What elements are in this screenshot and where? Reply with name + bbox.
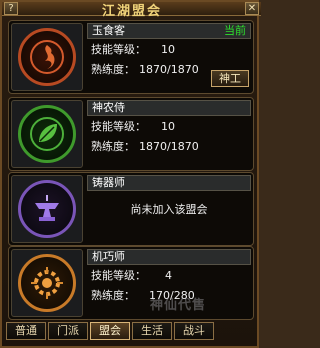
guild-name: 铸器师 <box>92 176 125 189</box>
skill-level-row: 技能等级： 10 <box>91 43 175 57</box>
emblem-frame <box>11 249 83 317</box>
skill-level-value: 10 <box>161 120 175 133</box>
guild-window: ? 江湖盟会 ✕ 玉食客 当前 技能等级： 10 熟练度： 1870/1870 <box>0 0 261 348</box>
skill-level-row: 技能等级： 10 <box>91 120 175 134</box>
guild-card-yushike[interactable]: 玉食客 当前 技能等级： 10 熟练度： 1870/1870 神工 <box>8 20 254 94</box>
guild-card-shennongshi[interactable]: 神农侍 技能等级： 10 熟练度： 1870/1870 <box>8 97 254 171</box>
category-tabs: 普通 门派 盟会 生活 战斗 <box>6 322 214 342</box>
proficiency-label: 熟练度： <box>91 289 135 302</box>
tab-combat[interactable]: 战斗 <box>174 322 214 340</box>
tab-guild[interactable]: 盟会 <box>90 322 130 340</box>
skill-level-label: 技能等级： <box>91 269 146 282</box>
not-joined-message: 尚未加入该盟会 <box>130 203 208 216</box>
flame-ring-icon <box>18 28 76 86</box>
guild-name: 玉食客 <box>92 24 125 37</box>
guild-name: 神农侍 <box>92 101 125 114</box>
tab-sect[interactable]: 门派 <box>48 322 88 340</box>
help-button[interactable]: ? <box>4 2 18 15</box>
guild-name-bar: 神农侍 <box>87 100 251 116</box>
shengong-button[interactable]: 神工 <box>211 70 249 87</box>
guild-name-bar: 机巧师 <box>87 249 251 265</box>
anvil-icon <box>18 180 76 238</box>
tab-normal[interactable]: 普通 <box>6 322 46 340</box>
guild-name-bar: 玉食客 当前 <box>87 23 251 39</box>
proficiency-value: 1870/1870 <box>139 63 199 76</box>
window-title: 江湖盟会 <box>101 4 162 19</box>
current-badge: 当前 <box>224 24 246 37</box>
watermark-text: 神仙代售 <box>150 298 207 313</box>
skill-level-row: 技能等级： 4 <box>91 269 172 283</box>
leaf-ring-icon <box>18 105 76 163</box>
emblem-frame <box>11 23 83 91</box>
gear-ring-icon <box>18 254 76 312</box>
proficiency-label: 熟练度： <box>91 140 135 153</box>
guild-name: 机巧师 <box>92 250 125 263</box>
skill-level-value: 10 <box>161 43 175 56</box>
skill-level-value: 4 <box>165 269 172 282</box>
guild-card-jiqiaoshi[interactable]: 机巧师 技能等级： 4 熟练度： 170/280 <box>8 246 254 320</box>
proficiency-row: 熟练度： 1870/1870 <box>91 63 199 77</box>
emblem-frame <box>11 100 83 168</box>
emblem-frame <box>11 175 83 243</box>
guild-card-zhuqishi[interactable]: 铸器师 尚未加入该盟会 <box>8 172 254 246</box>
proficiency-value: 1870/1870 <box>139 140 199 153</box>
proficiency-row: 熟练度： 1870/1870 <box>91 140 199 154</box>
close-button[interactable]: ✕ <box>245 2 259 15</box>
guild-info: 玉食客 当前 技能等级： 10 熟练度： 1870/1870 神工 <box>87 23 251 91</box>
guild-info: 神农侍 技能等级： 10 熟练度： 1870/1870 <box>87 100 251 168</box>
title-bar: ? 江湖盟会 ✕ <box>2 2 261 19</box>
tab-life[interactable]: 生活 <box>132 322 172 340</box>
proficiency-label: 熟练度： <box>91 63 135 76</box>
guild-name-bar: 铸器师 <box>87 175 251 191</box>
skill-level-label: 技能等级： <box>91 43 146 56</box>
skill-level-label: 技能等级： <box>91 120 146 133</box>
guild-info: 铸器师 尚未加入该盟会 <box>87 175 251 243</box>
